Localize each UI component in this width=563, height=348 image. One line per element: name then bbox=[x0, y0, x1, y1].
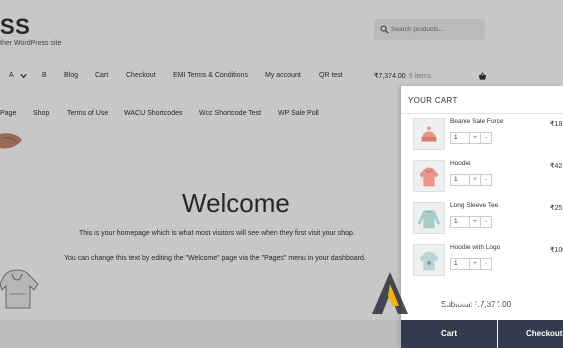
cart-item-name[interactable]: Hoodie bbox=[450, 160, 471, 167]
quantity-stepper: 1 + - bbox=[450, 132, 492, 144]
quantity-stepper: 1 + - bbox=[450, 174, 492, 186]
cart-item-name[interactable]: Hoodie with Logo bbox=[450, 244, 500, 251]
watermark-logo-icon bbox=[372, 272, 408, 314]
hoodie-icon bbox=[419, 167, 439, 187]
quantity-decrease-button[interactable]: - bbox=[481, 132, 492, 144]
quantity-input[interactable]: 1 bbox=[450, 216, 470, 228]
quantity-decrease-button[interactable]: - bbox=[481, 216, 492, 228]
quantity-increase-button[interactable]: + bbox=[470, 174, 481, 186]
cart-item-price: ₹42 bbox=[550, 163, 563, 170]
quantity-stepper: 1 + - bbox=[450, 216, 492, 228]
cart-item-price: ₹18 bbox=[550, 121, 563, 128]
checkout-button[interactable]: Checkout bbox=[498, 320, 563, 348]
beanie-icon bbox=[421, 126, 437, 142]
cart-item-thumbnail[interactable] bbox=[413, 160, 445, 192]
cart-item: Hoodie ₹42 1 + - bbox=[413, 160, 563, 198]
cart-drawer-title: YOUR CART bbox=[408, 96, 458, 105]
long-sleeve-tee-icon bbox=[417, 210, 441, 229]
cart-item-name[interactable]: Beanie Sale Force bbox=[450, 118, 503, 125]
cart-item-thumbnail[interactable] bbox=[413, 118, 445, 150]
quantity-decrease-button[interactable]: - bbox=[481, 174, 492, 186]
quantity-input[interactable]: 1 bbox=[450, 132, 470, 144]
cart-item-thumbnail[interactable] bbox=[413, 202, 445, 234]
watermark-subtext: AONISITE.COM bbox=[453, 312, 525, 322]
view-cart-button[interactable]: Cart bbox=[401, 320, 497, 348]
cart-item-price: ₹100 bbox=[550, 247, 563, 254]
cart-item-price: ₹25 bbox=[550, 205, 563, 212]
cart-item: Beanie Sale Force ₹18 1 + - bbox=[413, 118, 563, 156]
quantity-increase-button[interactable]: + bbox=[470, 216, 481, 228]
cart-item: Long Sleeve Tee ₹25 1 + - bbox=[413, 202, 563, 240]
watermark-text: 奥尼网 bbox=[412, 276, 505, 311]
cart-item-name[interactable]: Long Sleeve Tee bbox=[450, 202, 498, 209]
quantity-input[interactable]: 1 bbox=[450, 174, 470, 186]
quantity-increase-button[interactable]: + bbox=[470, 132, 481, 144]
divider bbox=[401, 113, 563, 114]
